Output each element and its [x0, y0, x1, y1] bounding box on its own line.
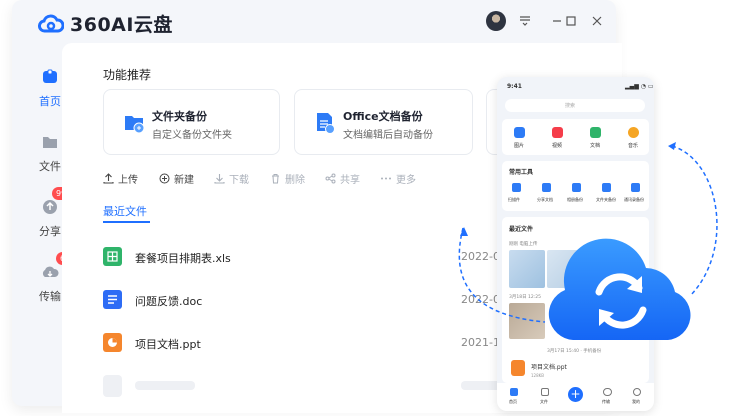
sync-arrows-decoration: [458, 142, 718, 323]
sync-cloud-icon: [548, 238, 691, 340]
